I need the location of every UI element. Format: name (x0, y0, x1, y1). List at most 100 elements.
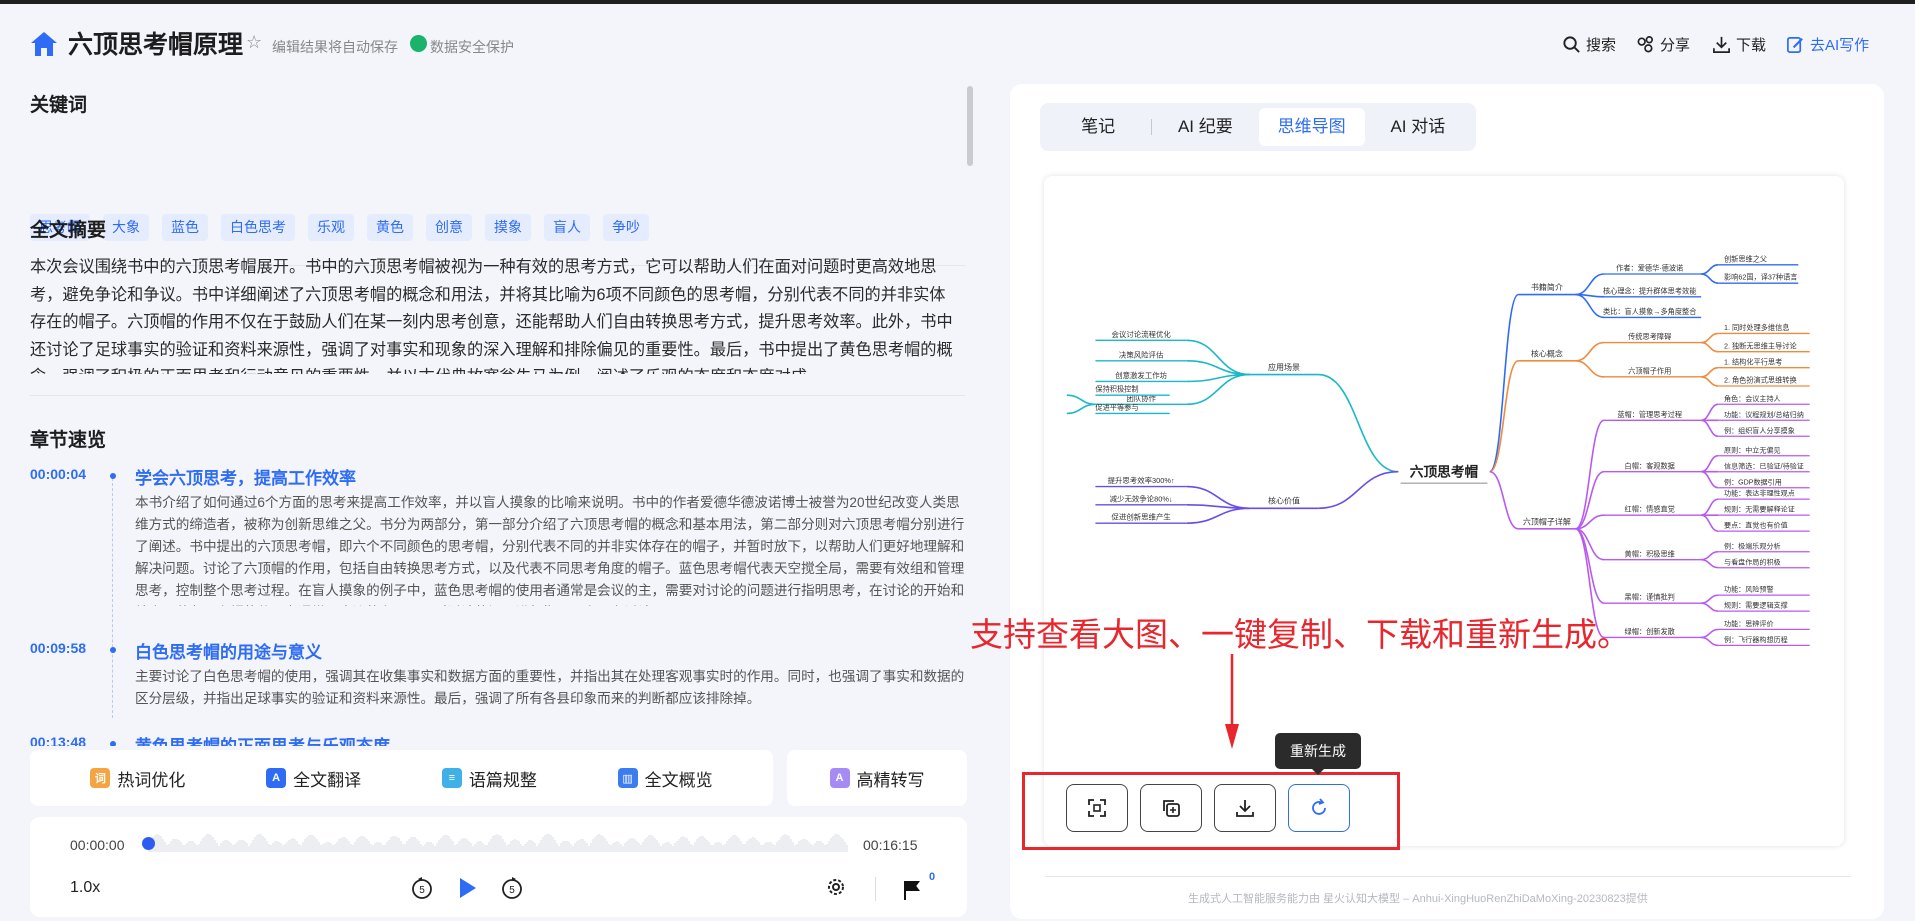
security-note: 数据安全保护 (430, 39, 514, 55)
fullscreen-button[interactable] (1066, 784, 1128, 832)
hotword-button[interactable]: 词 热词优化 (90, 766, 185, 791)
mindmap-node: 促进平等参与 (1095, 403, 1138, 412)
mindmap-link (1318, 373, 1399, 473)
overview-icon: ▥ (617, 768, 638, 788)
mindmap-node: 六顶帽子作用 (1628, 366, 1671, 375)
mindmap-node: 1. 同时处理多维信息 (1724, 323, 1790, 332)
mindmap-link (1575, 273, 1605, 296)
share-icon (1637, 36, 1654, 53)
hotword-label: 热词优化 (117, 770, 186, 790)
rewind-icon[interactable]: 5 (410, 876, 434, 900)
chapter-title[interactable]: 学会六顶思考，提高工作效率 (135, 466, 356, 489)
mindmap-node: 功能：议程规划/总结归纳 (1724, 410, 1804, 419)
mindmap-node: 提升思考效率300%↑ (1108, 475, 1175, 485)
total-time: 00:16:15 (863, 837, 918, 853)
translate-button[interactable]: A 全文翻译 (266, 766, 361, 791)
keyword-tag[interactable]: 黄色 (367, 214, 413, 241)
hotword-icon: 词 (90, 768, 111, 788)
mindmap-link (1701, 273, 1719, 284)
chapter-title[interactable]: 白色思考帽的用途与意义 (135, 638, 322, 663)
home-icon[interactable] (30, 30, 58, 58)
mindmap-node: 黑帽：谨慎批判 (1625, 593, 1675, 602)
mindmap-node: 2. 独断无思维主导讨论 (1724, 341, 1797, 350)
precise-label: 高精转写 (856, 770, 925, 790)
forward-icon[interactable]: 5 (500, 876, 524, 900)
mindmap-link (1700, 419, 1719, 438)
chapter-list: 00:00:04 学会六顶思考，提高工作效率 本书介绍了如何通过6个方面的思考来… (30, 466, 970, 746)
footer-text: 生成式人工智能服务能力由 星火认知大模型 – Anhui-XingHuoRenZ… (1188, 893, 1648, 905)
mindmap-node: 传统思考障碍 (1628, 332, 1671, 341)
keyword-tag[interactable]: 乐观 (308, 214, 354, 241)
star-icon[interactable]: ☆ (246, 32, 262, 53)
chapter-time[interactable]: 00:09:58 (30, 640, 86, 656)
tab-ai-summary[interactable]: AI 纪要 (1152, 108, 1258, 146)
download-button[interactable]: 下载 (1712, 34, 1766, 55)
mindmap-node: 核心概念 (1531, 348, 1563, 358)
search-button[interactable]: 搜索 (1562, 34, 1616, 55)
mindmap-node: 规则：需要逻辑支撑 (1724, 601, 1788, 610)
mindmap-link (1701, 628, 1719, 639)
mindmap-link (1186, 504, 1250, 510)
mindmap-node: 例：极端乐观分析 (1724, 541, 1781, 550)
keyword-tag[interactable]: 摸象 (485, 214, 531, 241)
mindmap-link (1700, 470, 1719, 489)
mindmap-node: 作者：爱德华·德波诺 (1616, 264, 1683, 273)
keyword-tag[interactable]: 争吵 (603, 214, 649, 241)
mindmap-node: 核心理念：提升群体思考效能 (1603, 286, 1696, 295)
tab-mindmap[interactable]: 思维导图 (1258, 108, 1365, 146)
translate-label: 全文翻译 (293, 770, 362, 790)
tab-notes[interactable]: 笔记 (1045, 108, 1151, 146)
mindmap-node: 1. 结构化平行思考 (1724, 357, 1782, 366)
mindmap-link (1066, 394, 1096, 406)
overview-button[interactable]: ▥ 全文概览 (617, 766, 713, 791)
download-label: 下载 (1736, 37, 1767, 54)
chapter-time[interactable]: 00:13:48 (30, 734, 86, 746)
mindmap-node: 绿帽：创新发散 (1625, 627, 1675, 636)
keyword-tag[interactable]: 蓝色 (162, 214, 208, 241)
tab-bar: 笔记 AI 纪要 思维导图 AI 对话 (1040, 103, 1476, 151)
regenerate-button[interactable] (1288, 784, 1350, 832)
play-icon[interactable] (455, 876, 479, 900)
progress-knob[interactable] (142, 837, 155, 850)
speed-button[interactable]: 1.0x (70, 879, 100, 897)
search-icon (1563, 36, 1580, 53)
svg-text:5: 5 (509, 885, 515, 896)
mindmap-link (1701, 636, 1719, 647)
divider (30, 395, 965, 396)
keywords-title: 关键词 (30, 95, 88, 116)
mindmap-node: 功能：思辨评价 (1724, 619, 1774, 628)
keyword-tag[interactable]: 大象 (103, 214, 149, 241)
share-button[interactable]: 分享 (1636, 34, 1690, 55)
mindmap-link (1701, 332, 1719, 344)
mindmap-link (1186, 360, 1250, 376)
mindmap-node: 黄帽：积极思维 (1625, 549, 1675, 558)
normalize-button[interactable]: ≡ 语篇规整 (441, 766, 537, 791)
copy-button[interactable] (1140, 784, 1202, 832)
chapter-time[interactable]: 00:00:04 (30, 466, 86, 482)
flag-count: 0 (929, 871, 936, 883)
keyword-tag[interactable]: 盲人 (544, 214, 590, 241)
mindmap-link (1701, 264, 1719, 275)
left-scrollbar[interactable] (967, 86, 973, 166)
mindmap-card: 六顶思考帽 应用场景 会议讨论流程优化 决策风险评估 创意激发工作坊 团队协作 保持积极控制… (1044, 176, 1844, 846)
timeline-line (112, 478, 114, 718)
keyword-tag[interactable]: 白色思考 (221, 214, 295, 241)
flag-icon[interactable] (903, 879, 921, 901)
waveform[interactable] (148, 834, 853, 852)
timeline-dot (110, 473, 116, 479)
precise-transcribe-button[interactable]: A 高精转写 (787, 750, 967, 806)
settings-icon[interactable] (825, 876, 847, 898)
mindmap-link (1700, 454, 1719, 473)
mindmap-node: 创意激发工作坊 (1115, 370, 1167, 380)
normalize-label: 语篇规整 (468, 770, 537, 790)
tab-ai-chat[interactable]: AI 对话 (1365, 108, 1471, 146)
download-icon (1713, 36, 1730, 53)
tool-bar: 词 热词优化 A 全文翻译 ≡ 语篇规整 ▥ 全文概览 (30, 750, 773, 806)
timeline-dot (110, 647, 116, 653)
ai-write-button[interactable]: 去AI写作 (1786, 34, 1869, 55)
mindmap-node: 影响62国，译37种语言 (1724, 273, 1798, 282)
mindmap[interactable]: 六顶思考帽 应用场景 会议讨论流程优化决策风险评估创意激发工作坊团队协作保持积极控制… (1044, 176, 1844, 676)
mindmap-download-button[interactable] (1214, 784, 1276, 832)
keyword-tag[interactable]: 创意 (426, 214, 472, 241)
chapter-title[interactable]: 黄色思考帽的正面思考与乐观态度 (135, 732, 390, 746)
